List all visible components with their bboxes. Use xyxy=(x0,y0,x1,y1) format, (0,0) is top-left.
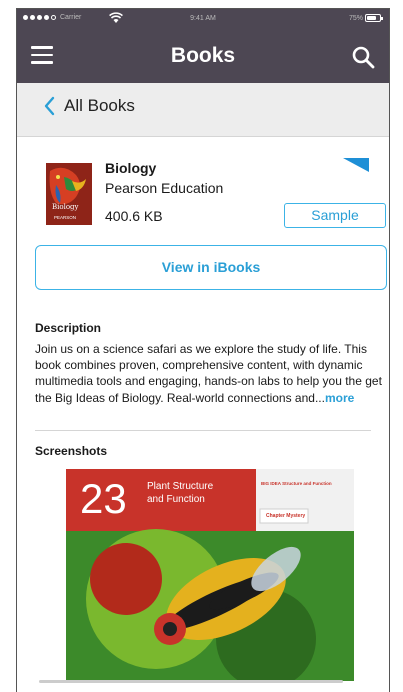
clock: 9:41 AM xyxy=(190,15,216,22)
big-idea-label: BIG IDEA Structure and Function xyxy=(261,481,332,486)
cover-publisher: PEARSON xyxy=(54,215,77,220)
screenshots-section: Screenshots 23 Plant Structure and Funct… xyxy=(35,431,371,681)
book-cover: Biology PEARSON xyxy=(46,163,92,225)
chevron-left-icon xyxy=(44,96,55,116)
phone-frame: Carrier 9:41 AM 75% Books All Books Biol… xyxy=(16,8,390,692)
book-title: Biology xyxy=(105,160,157,176)
description-heading: Description xyxy=(35,321,102,335)
navigation-bar: Books xyxy=(17,29,389,83)
book-detail: Biology PEARSON Biology Pearson Educatio… xyxy=(17,137,389,681)
more-link[interactable]: more xyxy=(325,391,354,405)
screenshot-image[interactable]: 23 Plant Structure and Function BIG IDEA… xyxy=(66,469,354,681)
horizontal-scrollbar[interactable] xyxy=(39,680,343,683)
chapter-number: 23 xyxy=(80,475,127,522)
battery-indicator: 75% xyxy=(348,14,383,22)
book-publisher: Pearson Education xyxy=(105,180,224,196)
chapter-mystery-label: Chapter Mystery xyxy=(266,513,306,519)
view-in-ibooks-button[interactable]: View in iBooks xyxy=(35,245,387,290)
sample-button[interactable]: Sample xyxy=(284,203,386,228)
description-section: Description Join us on a science safari … xyxy=(35,307,382,431)
back-button[interactable]: All Books xyxy=(43,96,135,116)
page-title: Books xyxy=(170,44,236,67)
screenshots-heading: Screenshots xyxy=(35,444,108,458)
back-label: All Books xyxy=(64,96,135,115)
battery-percent: 75% xyxy=(348,14,363,22)
cover-title: Biology xyxy=(52,203,79,211)
battery-icon xyxy=(365,14,383,22)
status-bar: Carrier 9:41 AM 75% xyxy=(17,9,389,29)
chapter-title-line-2: and Function xyxy=(147,494,205,505)
book-size: 400.6 KB xyxy=(105,208,163,224)
search-icon[interactable] xyxy=(351,45,375,69)
corner-ribbon-icon xyxy=(343,158,369,172)
breadcrumb-bar: All Books xyxy=(17,83,389,137)
description-text: Join us on a science safari as we explor… xyxy=(35,341,387,406)
chapter-title-line-1: Plant Structure xyxy=(147,481,214,492)
